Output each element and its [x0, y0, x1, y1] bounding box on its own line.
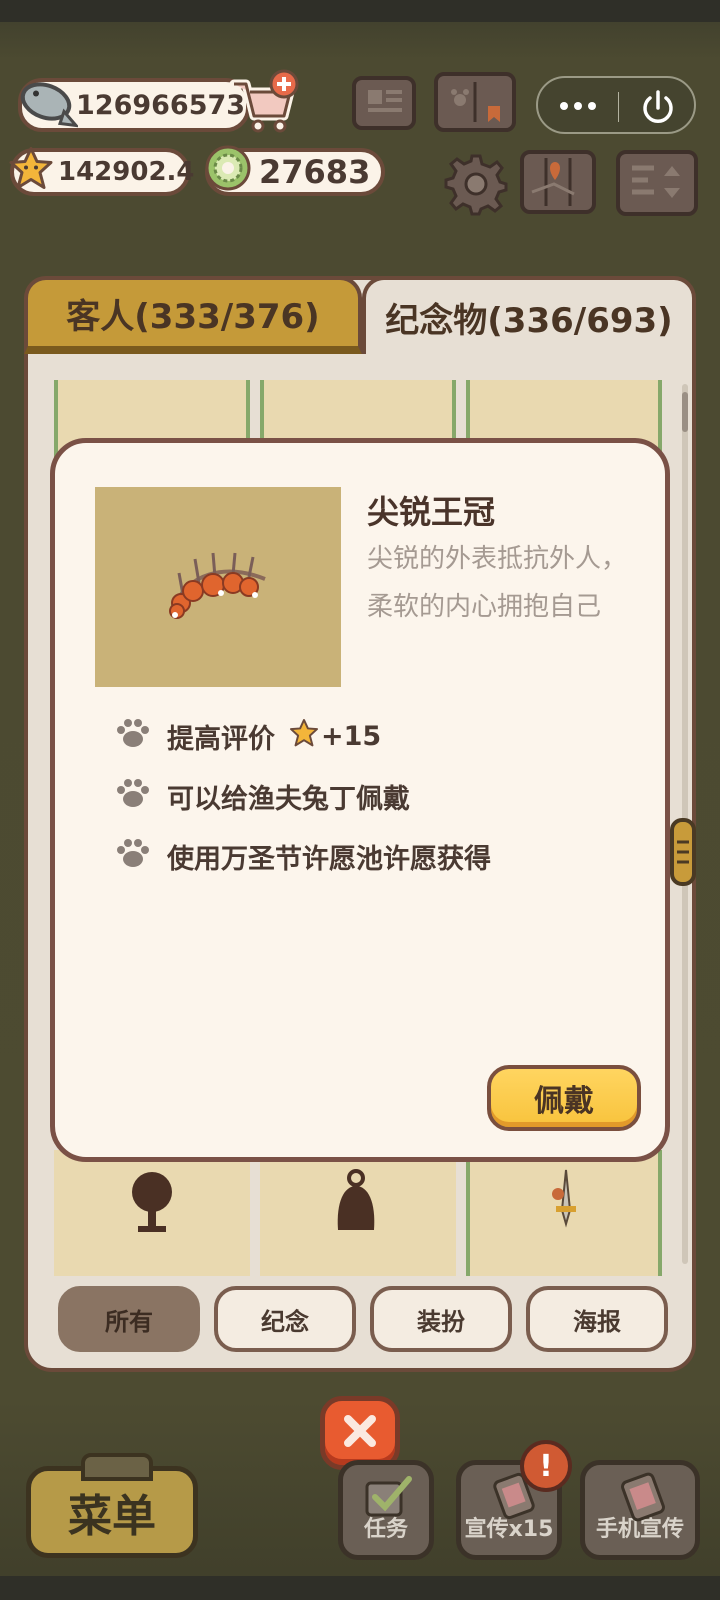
filter-all[interactable]: 所有: [58, 1286, 200, 1352]
tasks-button[interactable]: 任务: [338, 1460, 434, 1560]
sort-icon[interactable]: [616, 150, 698, 216]
mini-program-capsule: [536, 76, 696, 134]
paw-icon: [115, 837, 151, 876]
cart-plus-icon[interactable]: [228, 68, 300, 136]
star-icon: [8, 146, 54, 199]
feature-source-text: 使用万圣节许愿池许愿获得: [167, 844, 491, 875]
souvenir-cell[interactable]: [466, 1150, 662, 1276]
tab-souvenirs-label: 纪念物(336/693): [385, 300, 673, 341]
bottom-strip: [0, 1576, 720, 1600]
paw-icon: [115, 777, 151, 816]
tab-souvenirs[interactable]: 纪念物(336/693): [362, 276, 696, 354]
star-amount: 142902.4: [58, 157, 195, 187]
menu-button[interactable]: 菜单: [26, 1453, 198, 1558]
newspaper-icon[interactable]: [352, 76, 416, 130]
filter-souvenir-label: 纪念: [261, 1307, 309, 1336]
item-description-line: 尖锐的外表抵抗外人，: [367, 544, 628, 574]
menu-button-label: 菜单: [68, 1491, 156, 1542]
crown-icon: [169, 552, 266, 619]
capsule-divider: [618, 92, 619, 122]
feature-wearable-text: 可以给渔夫兔丁佩戴: [167, 784, 410, 815]
notification-badge-label: !: [539, 1448, 553, 1484]
more-dots-icon[interactable]: [556, 94, 600, 118]
checkbox-icon: [363, 1473, 417, 1525]
close-icon: [340, 1411, 380, 1455]
tree-silhouette-icon: [132, 1172, 172, 1232]
wear-button[interactable]: 佩戴: [487, 1065, 641, 1131]
fish-currency: 126966573: [18, 78, 250, 132]
tab-guests-label: 客人(333/376): [66, 296, 320, 337]
feature-source: 使用万圣节许愿池许愿获得: [115, 837, 491, 876]
bell-silhouette-icon: [337, 1169, 375, 1230]
souvenir-cell[interactable]: [54, 1150, 250, 1276]
item-detail-popup: 尖锐王冠 尖锐的外表抵抗外人， 柔软的内心拥抱自己 提高评价 +15 可以给渔夫…: [50, 438, 670, 1162]
feature-wearable: 可以给渔夫兔丁佩戴: [115, 777, 410, 816]
filter-poster[interactable]: 海报: [526, 1286, 668, 1352]
coin-currency: 27683: [205, 145, 385, 196]
star-currency: 142902.4: [8, 146, 195, 199]
feature-rating-text: 提高评价: [167, 724, 275, 755]
item-description-line: 柔软的内心拥抱自己: [367, 592, 602, 622]
map-icon[interactable]: [520, 150, 596, 214]
filter-poster-label: 海报: [573, 1307, 621, 1336]
notification-badge: !: [520, 1440, 572, 1492]
item-image: [95, 487, 341, 687]
status-strip: [0, 0, 720, 22]
item-description: 尖锐的外表抵抗外人， 柔软的内心拥抱自己: [367, 535, 657, 631]
item-name: 尖锐王冠: [367, 493, 496, 531]
book-icon[interactable]: [434, 72, 516, 132]
paw-icon: [115, 717, 151, 756]
coin-icon: [203, 143, 253, 201]
phone-icon: [615, 1471, 671, 1531]
fish-amount: 126966573: [76, 89, 246, 121]
grid-scrollbar-thumb[interactable]: [682, 392, 688, 432]
feature-rating-bonus: +15: [321, 721, 382, 752]
fish-icon: [16, 74, 80, 137]
phone-promo-button[interactable]: 手机宣传: [580, 1460, 700, 1560]
close-button[interactable]: [320, 1396, 400, 1470]
power-icon[interactable]: [638, 88, 678, 128]
coin-amount: 27683: [259, 153, 371, 191]
filter-outfit[interactable]: 装扮: [370, 1286, 512, 1352]
filter-outfit-label: 装扮: [417, 1307, 465, 1336]
feature-rating: 提高评价 +15: [115, 717, 381, 756]
gear-icon[interactable]: [444, 152, 508, 216]
side-drawer-handle[interactable]: [670, 818, 696, 886]
star-icon: [289, 718, 319, 755]
filter-all-label: 所有: [105, 1307, 153, 1336]
sword-icon: [552, 1169, 576, 1228]
tab-guests[interactable]: 客人(333/376): [24, 276, 362, 354]
souvenir-cell[interactable]: [260, 1150, 456, 1276]
filter-souvenir[interactable]: 纪念: [214, 1286, 356, 1352]
wear-button-label: 佩戴: [534, 1084, 594, 1119]
